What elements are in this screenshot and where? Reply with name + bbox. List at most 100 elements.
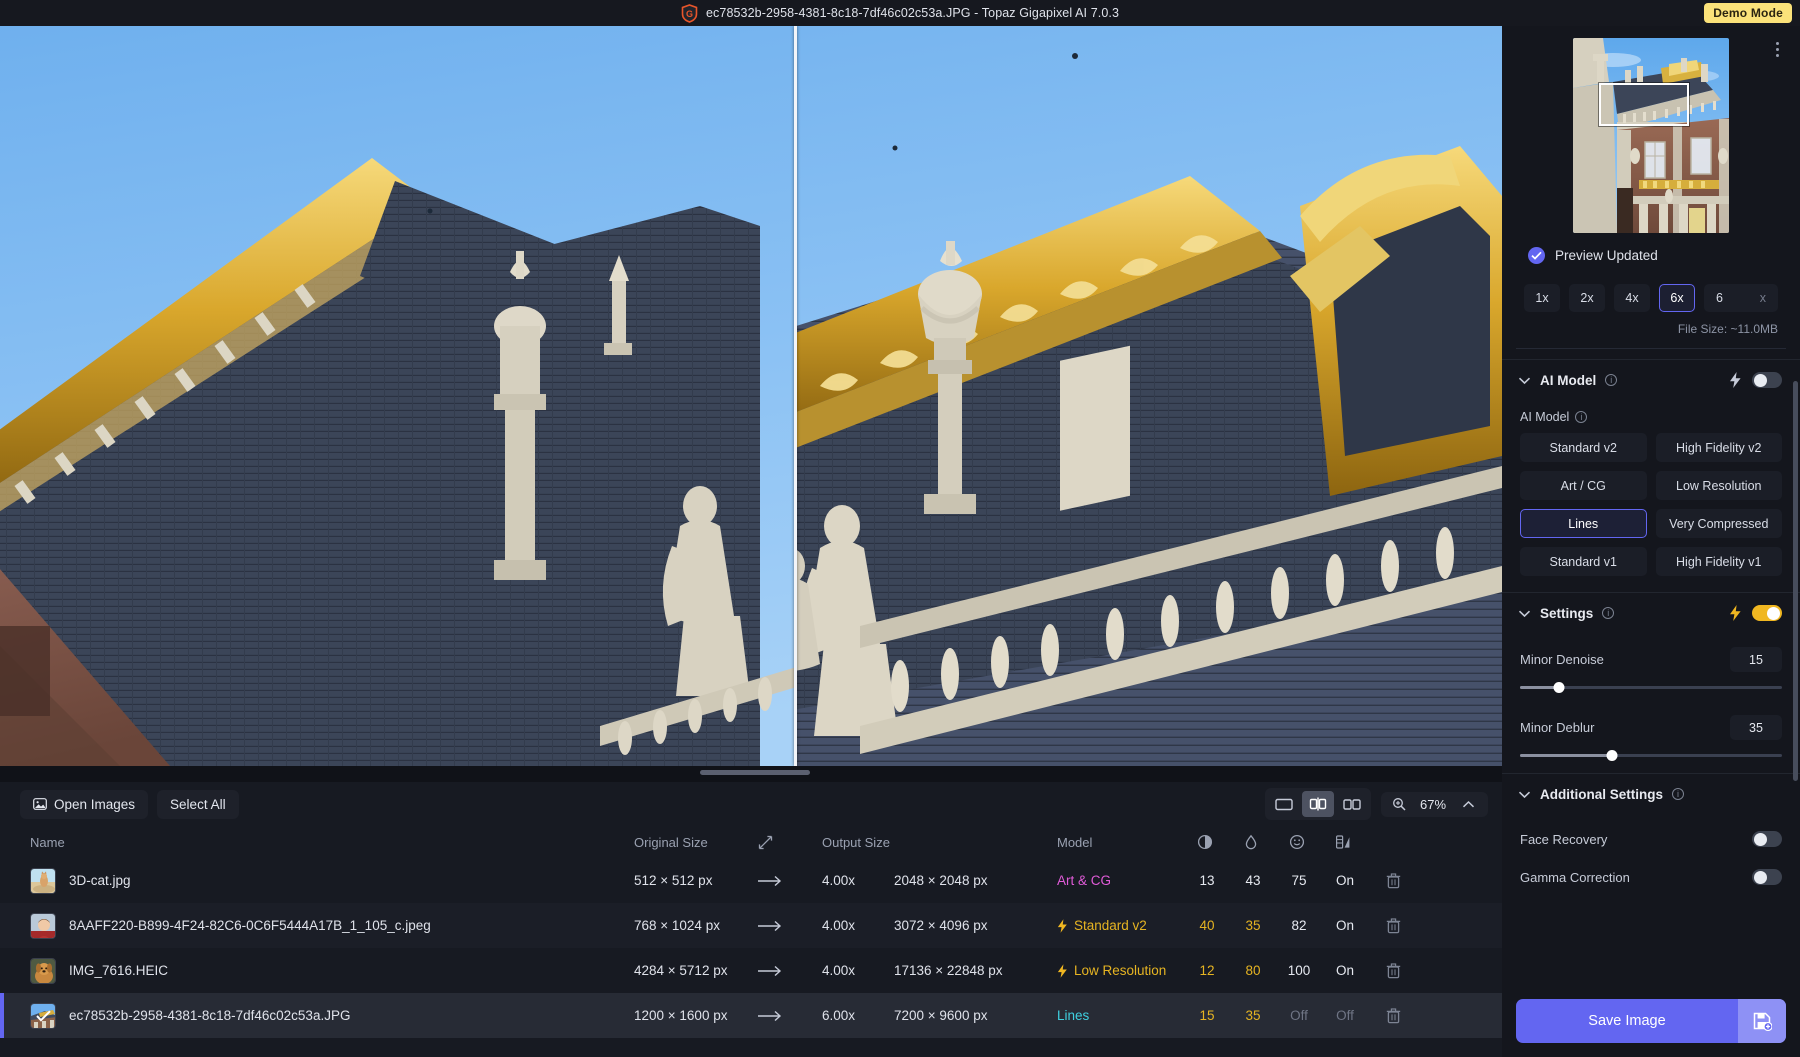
info-icon[interactable]: i bbox=[1672, 788, 1684, 800]
model-very-compressed-button[interactable]: Very Compressed bbox=[1656, 509, 1783, 538]
ai-model-field-label: AI Model bbox=[1520, 410, 1569, 424]
table-row[interactable]: 3D-cat.jpg512 × 512 px4.00x2048 × 2048 p… bbox=[0, 858, 1502, 903]
settings-section-title: Settings bbox=[1540, 606, 1593, 621]
preview-thumbnail-row bbox=[1502, 38, 1800, 233]
model-high-fidelity-v1-button[interactable]: High Fidelity v1 bbox=[1656, 547, 1783, 576]
minor-denoise-value[interactable]: 15 bbox=[1730, 647, 1782, 672]
row-face-value[interactable]: 100 bbox=[1276, 963, 1322, 978]
row-gamma-value[interactable]: On bbox=[1322, 963, 1368, 978]
row-deblur-value[interactable]: 80 bbox=[1230, 963, 1276, 978]
row-model-cell[interactable]: Low Resolution bbox=[1057, 963, 1182, 978]
row-model-cell[interactable]: Standard v2 bbox=[1057, 918, 1182, 933]
save-disk-icon[interactable] bbox=[1738, 999, 1786, 1043]
row-gamma-value[interactable]: Off bbox=[1322, 1008, 1368, 1023]
row-denoise-value[interactable]: 12 bbox=[1184, 963, 1230, 978]
contrast-circle-icon[interactable] bbox=[1182, 834, 1228, 850]
row-delete-button[interactable] bbox=[1368, 873, 1418, 889]
settings-section-header[interactable]: Settings i bbox=[1502, 593, 1800, 633]
side-by-side-view-button[interactable] bbox=[1336, 791, 1368, 817]
minor-deblur-slider-knob[interactable] bbox=[1606, 750, 1617, 761]
row-name-cell[interactable]: ec78532b-2958-4381-8c18-7df46c02c53a.JPG bbox=[30, 1003, 634, 1029]
chevron-up-icon[interactable] bbox=[1460, 800, 1477, 809]
compare-split-handle[interactable] bbox=[794, 26, 797, 766]
smiley-face-icon[interactable] bbox=[1274, 834, 1320, 850]
scale-1x-button[interactable]: 1x bbox=[1524, 284, 1560, 312]
split-pane-view-button[interactable] bbox=[1302, 791, 1334, 817]
right-panel-scrollbar[interactable] bbox=[1793, 381, 1798, 781]
row-scale-value[interactable]: 4.00x bbox=[822, 963, 894, 978]
row-face-value[interactable]: 82 bbox=[1276, 918, 1322, 933]
row-face-value[interactable]: Off bbox=[1276, 1008, 1322, 1023]
chevron-down-icon[interactable] bbox=[1518, 609, 1531, 618]
more-options-icon[interactable] bbox=[1772, 38, 1783, 61]
model-art-cg-button[interactable]: Art / CG bbox=[1520, 471, 1647, 500]
row-delete-button[interactable] bbox=[1368, 963, 1418, 979]
model-low-resolution-button[interactable]: Low Resolution bbox=[1656, 471, 1783, 500]
single-pane-view-button[interactable] bbox=[1268, 791, 1300, 817]
table-row[interactable]: 8AAFF220-B899-4F24-82C6-0C6F5444A17B_1_1… bbox=[0, 903, 1502, 948]
ai-model-section-header[interactable]: AI Model i bbox=[1502, 360, 1800, 400]
info-icon[interactable]: i bbox=[1575, 411, 1587, 423]
row-delete-button[interactable] bbox=[1368, 1008, 1418, 1024]
zoom-control-group[interactable]: 67% bbox=[1381, 792, 1488, 817]
column-header-scale-icon[interactable] bbox=[758, 835, 822, 850]
custom-scale-input[interactable]: 6 x bbox=[1704, 284, 1778, 312]
row-name-cell[interactable]: 3D-cat.jpg bbox=[30, 868, 634, 894]
scale-4x-button[interactable]: 4x bbox=[1614, 284, 1650, 312]
row-deblur-value[interactable]: 35 bbox=[1230, 918, 1276, 933]
additional-settings-section-header[interactable]: Additional Settings i bbox=[1502, 774, 1800, 814]
select-all-button[interactable]: Select All bbox=[157, 790, 239, 819]
gamma-correction-label: Gamma Correction bbox=[1520, 870, 1630, 885]
row-name-cell[interactable]: 8AAFF220-B899-4F24-82C6-0C6F5444A17B_1_1… bbox=[30, 913, 634, 939]
model-high-fidelity-v2-button[interactable]: High Fidelity v2 bbox=[1656, 433, 1783, 462]
row-gamma-value[interactable]: On bbox=[1322, 873, 1368, 888]
preview-region-selector[interactable] bbox=[1599, 83, 1689, 126]
column-header-model[interactable]: Model bbox=[1057, 835, 1182, 850]
save-image-button[interactable]: Save Image bbox=[1516, 999, 1786, 1043]
model-standard-v1-button[interactable]: Standard v1 bbox=[1520, 547, 1647, 576]
row-face-value[interactable]: 75 bbox=[1276, 873, 1322, 888]
droplet-icon[interactable] bbox=[1228, 834, 1274, 850]
row-deblur-value[interactable]: 35 bbox=[1230, 1008, 1276, 1023]
row-name-cell[interactable]: IMG_7616.HEIC bbox=[30, 958, 634, 984]
minor-denoise-slider-track[interactable] bbox=[1520, 686, 1782, 689]
info-icon[interactable]: i bbox=[1605, 374, 1617, 386]
column-header-original-size[interactable]: Original Size bbox=[634, 835, 758, 850]
row-scale-value[interactable]: 4.00x bbox=[822, 918, 894, 933]
minor-deblur-value[interactable]: 35 bbox=[1730, 715, 1782, 740]
row-model-cell[interactable]: Art & CG bbox=[1057, 873, 1182, 888]
color-swatch-icon[interactable] bbox=[1320, 834, 1366, 850]
settings-enable-toggle[interactable] bbox=[1752, 605, 1782, 621]
open-images-button[interactable]: Open Images bbox=[20, 790, 148, 819]
preview-thumbnail[interactable] bbox=[1573, 38, 1729, 233]
model-lines-button[interactable]: Lines bbox=[1520, 509, 1647, 538]
minor-denoise-slider-knob[interactable] bbox=[1554, 682, 1565, 693]
row-scale-value[interactable]: 6.00x bbox=[822, 1008, 894, 1023]
table-row[interactable]: ec78532b-2958-4381-8c18-7df46c02c53a.JPG… bbox=[0, 993, 1502, 1038]
row-delete-button[interactable] bbox=[1368, 918, 1418, 934]
image-viewer[interactable] bbox=[0, 26, 1502, 766]
demo-mode-badge[interactable]: Demo Mode bbox=[1704, 3, 1792, 23]
row-deblur-value[interactable]: 43 bbox=[1230, 873, 1276, 888]
row-scale-value[interactable]: 4.00x bbox=[822, 873, 894, 888]
ai-model-enable-toggle[interactable] bbox=[1752, 372, 1782, 388]
face-recovery-toggle[interactable] bbox=[1752, 831, 1782, 847]
minor-deblur-slider-track[interactable] bbox=[1520, 754, 1782, 757]
chevron-down-icon[interactable] bbox=[1518, 376, 1531, 385]
row-denoise-value[interactable]: 13 bbox=[1184, 873, 1230, 888]
chevron-down-icon[interactable] bbox=[1518, 790, 1531, 799]
row-denoise-value[interactable]: 40 bbox=[1184, 918, 1230, 933]
column-header-output-size[interactable]: Output Size bbox=[822, 835, 1057, 850]
gamma-correction-toggle[interactable] bbox=[1752, 869, 1782, 885]
row-denoise-value[interactable]: 15 bbox=[1184, 1008, 1230, 1023]
table-row[interactable]: IMG_7616.HEIC4284 × 5712 px4.00x17136 × … bbox=[0, 948, 1502, 993]
row-model-cell[interactable]: Lines bbox=[1057, 1008, 1182, 1023]
info-icon[interactable]: i bbox=[1602, 607, 1614, 619]
viewer-horizontal-scrollbar-track[interactable] bbox=[0, 766, 1502, 782]
scale-6x-button[interactable]: 6x bbox=[1659, 284, 1695, 312]
row-gamma-value[interactable]: On bbox=[1322, 918, 1368, 933]
viewer-horizontal-scrollbar-thumb[interactable] bbox=[700, 770, 810, 775]
model-standard-v2-button[interactable]: Standard v2 bbox=[1520, 433, 1647, 462]
column-header-name[interactable]: Name bbox=[30, 835, 634, 850]
scale-2x-button[interactable]: 2x bbox=[1569, 284, 1605, 312]
